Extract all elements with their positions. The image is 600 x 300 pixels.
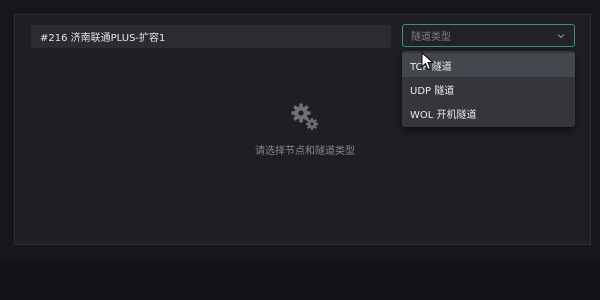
tunnel-type-select[interactable]: 隧道类型 (402, 24, 575, 47)
tunnel-type-placeholder: 隧道类型 (411, 32, 451, 43)
mouse-cursor-icon (421, 52, 435, 71)
dropdown-option-label: UDP 隧道 (410, 85, 455, 97)
empty-state-message: 请选择节点和隧道类型 (255, 146, 355, 157)
dropdown-option-label: WOL 开机隧道 (410, 109, 477, 121)
dropdown-option-wol[interactable]: WOL 开机隧道 (402, 101, 575, 125)
node-field-value: #216 济南联通PLUS-扩容1 (40, 33, 166, 44)
bottom-area (0, 262, 600, 300)
node-field[interactable]: #216 济南联通PLUS-扩容1 (31, 25, 391, 48)
chevron-down-icon (556, 31, 566, 41)
empty-state: 请选择节点和隧道类型 (200, 100, 410, 160)
dropdown-option-udp[interactable]: UDP 隧道 (402, 77, 575, 101)
page: #216 济南联通PLUS-扩容1 隧道类型 TCP 隧道 UDP 隧道 WOL… (0, 0, 600, 300)
gears-icon (291, 103, 318, 130)
